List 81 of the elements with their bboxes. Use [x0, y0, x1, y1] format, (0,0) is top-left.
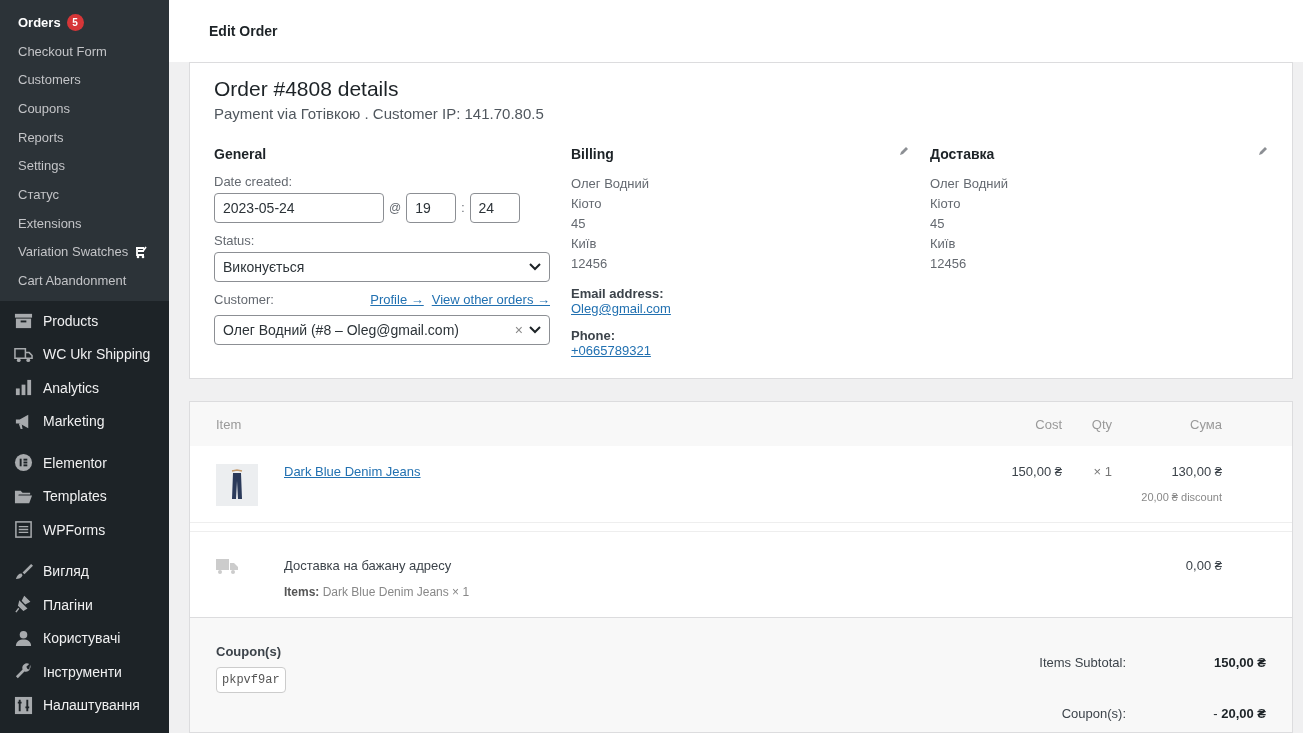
section-heading: Доставка — [930, 146, 995, 162]
minute-field[interactable]: 24 — [469, 193, 520, 223]
menu-item[interactable]: WPForms — [0, 512, 169, 547]
phone-link[interactable]: +0665789321 — [571, 343, 651, 358]
submenu-item[interactable]: Checkout Form — [0, 36, 169, 66]
menu-item[interactable]: Elementor — [0, 445, 169, 480]
other-orders-link[interactable]: View other orders → — [431, 292, 550, 311]
submenu-item[interactable]: Cart Abandonment — [0, 266, 169, 295]
menu-item[interactable]: Analytics — [0, 370, 169, 405]
circle-logo-icon — [14, 453, 33, 473]
customer-dropdown[interactable]: Олег Водний (#8 – Oleg@gmail.com) × — [214, 315, 550, 345]
section-heading: General — [214, 146, 268, 162]
order-title: Order #4808 details — [214, 77, 400, 101]
shipping-address: Олег Водний Кіото 45 Київ 12456 — [930, 175, 1010, 273]
shipping-method: Доставка на бажану адресу — [284, 558, 453, 573]
column-header: Cost — [1034, 416, 1062, 432]
cost-cell-text: 150,00 ₴ — [1010, 464, 1062, 479]
archive-box-icon — [14, 311, 33, 331]
truck-icon — [216, 558, 238, 574]
brush-icon — [14, 561, 33, 581]
plug-icon — [14, 595, 33, 615]
total-cell-text: 130,00 ₴ — [1170, 464, 1222, 479]
product-link[interactable]: Dark Blue Denim Jeans — [284, 464, 972, 479]
discount-text: 20,00 ₴ discount — [1140, 491, 1222, 503]
count-badge: 5 — [66, 13, 84, 31]
submenu-item[interactable]: Reports — [0, 122, 169, 152]
submenu-item[interactable]: Coupons — [0, 94, 169, 123]
coupon-code[interactable]: pkpvf9ar — [216, 667, 286, 693]
shipping-items: Items: Dark Blue Denim Jeans × 1 — [284, 585, 471, 599]
page-title: Edit Order — [209, 23, 278, 39]
hour-field[interactable]: 19 — [406, 193, 457, 223]
date-field[interactable]: 2023-05-24 — [214, 193, 384, 223]
chevron-down-icon — [529, 263, 541, 271]
section-heading: Billing — [571, 146, 614, 162]
total-value: 150,00 ₴ — [1212, 655, 1266, 670]
submenu-item[interactable]: Settings — [0, 151, 169, 181]
email-link[interactable]: Oleg@gmail.com — [571, 301, 671, 316]
quantity-cell-text: × 1 — [1092, 464, 1112, 479]
status-dropdown[interactable]: Виконується — [214, 252, 550, 282]
menu-item[interactable]: Marketing — [0, 404, 169, 438]
form-icon — [14, 520, 33, 540]
separator-text: : — [461, 201, 465, 215]
chevron-down-icon — [529, 326, 541, 334]
menu-item[interactable]: Вигляд — [0, 554, 169, 588]
column-header: Сума — [1189, 416, 1222, 432]
total-label: Coupon(s): — [1060, 706, 1126, 721]
menu-item[interactable]: Інструменти — [0, 654, 169, 689]
column-header: Item — [216, 416, 243, 432]
bar-chart-icon — [14, 378, 33, 398]
submenu-item[interactable]: Customers — [0, 65, 169, 95]
column-header: Qty — [1090, 416, 1112, 432]
field-label: Email address: — [571, 286, 665, 301]
billing-address: Олег Водний Кіото 45 Київ 12456 — [571, 175, 651, 273]
separator-text: @ — [389, 201, 402, 215]
sliders-icon — [14, 695, 33, 715]
total-label: Items Subtotal: — [1039, 655, 1126, 670]
menu-item[interactable]: WC Ukr Shipping — [0, 337, 169, 371]
submenu-item[interactable]: Extensions — [0, 208, 169, 238]
field-label: Status: — [214, 233, 256, 248]
field-label: Date created: — [214, 174, 294, 189]
field-label: Customer: — [214, 292, 274, 307]
field-label: Phone: — [571, 328, 617, 343]
submenu-item[interactable]: Orders 5 — [0, 8, 169, 37]
menu-item[interactable]: Плагіни — [0, 587, 169, 622]
menu-item[interactable]: Налаштування — [0, 688, 169, 722]
submenu-item[interactable]: Variation Swatches — [0, 237, 169, 267]
user-icon — [14, 628, 33, 648]
clear-button[interactable]: × — [514, 322, 523, 338]
total-cell-text: 0,00 ₴ — [1184, 558, 1222, 573]
payment-info: Payment via Готівкою . Customer IP: 141.70.80.5 — [214, 105, 545, 122]
submenu-item[interactable]: Статус — [0, 180, 169, 209]
pencil-icon[interactable] — [1258, 146, 1268, 156]
jeans-thumbnail-icon — [216, 464, 258, 506]
coupons-label: Coupon(s) — [216, 644, 282, 659]
total-value: - 20,00 ₴ — [1212, 706, 1266, 721]
menu-item[interactable]: Templates — [0, 479, 169, 513]
menu-item[interactable]: Користувачі — [0, 621, 169, 655]
pencil-icon[interactable] — [899, 146, 909, 156]
swatch-cart-icon — [134, 244, 149, 259]
profile-link[interactable]: Profile → — [370, 292, 424, 311]
menu-item[interactable]: Products — [0, 303, 169, 338]
